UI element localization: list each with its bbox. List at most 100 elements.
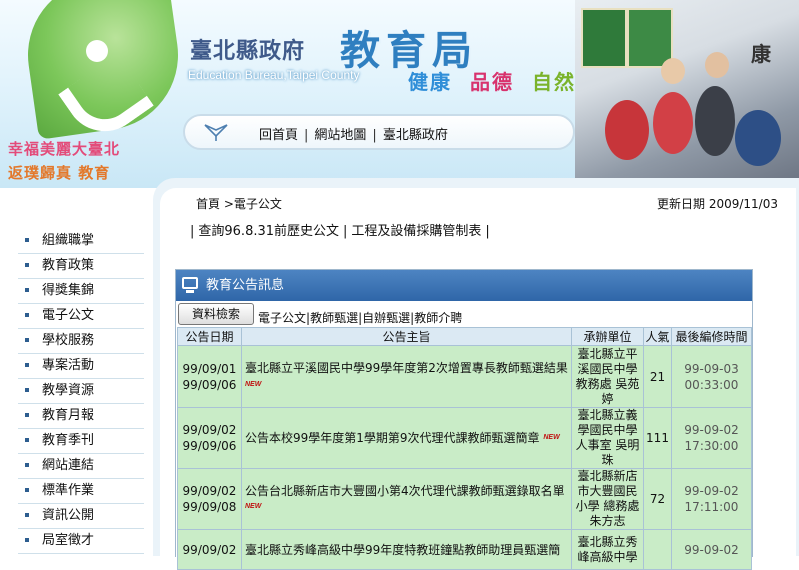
bullet-icon <box>25 412 29 417</box>
sidebar-item-e-documents[interactable]: 電子公文 <box>18 304 144 329</box>
bullet-icon <box>25 487 29 492</box>
sidebar-item-quarterly[interactable]: 教育季刊 <box>18 429 144 454</box>
sidebar-item-monthly-report[interactable]: 教育月報 <box>18 404 144 429</box>
table-row[interactable]: 99/09/02 99/09/08 公告台北縣新店市大豐國小第4次代理代課教師甄選… <box>177 468 752 530</box>
photo-person <box>653 92 693 154</box>
motto-nature: 自然 <box>532 70 576 94</box>
sidebar-item-label: 組織職掌 <box>42 233 95 248</box>
announcement-subject: 公告本校99學年度第1學期第9次代理代課教師甄選簡章 NEW <box>241 407 572 469</box>
table-row[interactable]: 99/09/01 99/09/06 臺北縣立平溪國民中學99學年度第2次增置專長教… <box>177 345 752 408</box>
sidebar-item-policy[interactable]: 教育政策 <box>18 254 144 279</box>
date-end: 99/09/06 <box>182 377 237 392</box>
bullet-icon <box>25 462 29 467</box>
bullet-icon <box>25 362 29 367</box>
breadcrumb-current[interactable]: 電子公文 <box>234 197 282 211</box>
category-teacher-transfer[interactable]: 教師介聘 <box>414 311 462 325</box>
sidebar-item-label: 得獎集錦 <box>42 283 95 298</box>
sidebar-item-label: 專案活動 <box>42 358 95 373</box>
data-search-button[interactable]: 資料檢索 <box>178 303 254 325</box>
history-documents-link[interactable]: 查詢96.8.31前歷史公文 <box>198 224 339 239</box>
panel-title: 教育公告訊息 <box>206 278 285 293</box>
nav-county-gov-link[interactable]: 臺北縣政府 <box>383 128 448 143</box>
column-header[interactable]: 承辦單位 <box>571 327 644 346</box>
table-row[interactable]: 99/09/02 99/09/06 公告本校99學年度第1學期第9次代理代課教師甄… <box>177 407 752 469</box>
sidebar-item-awards[interactable]: 得獎集錦 <box>18 279 144 304</box>
column-header[interactable]: 人氣 <box>643 327 672 346</box>
nav-sitemap-link[interactable]: 網站地圖 <box>314 128 366 143</box>
sidebar-item-label: 標準作業 <box>42 483 95 498</box>
sidebar-item-links[interactable]: 網站連結 <box>18 454 144 479</box>
english-bureau-name: Education Bureau,Taipei County <box>188 68 360 82</box>
edit-date: 99-09-02 <box>684 484 739 498</box>
sidebar-item-recruitment[interactable]: 局室徵才 <box>18 529 144 554</box>
date-start: 99/09/01 <box>182 361 237 376</box>
update-date-label: 更新日期 <box>656 197 705 211</box>
site-header: 幸福美麗大臺北 返璞歸真 教育 臺北縣政府 教育局 Education Bure… <box>0 0 799 188</box>
responsible-unit: 臺北縣立義學國民中學人事室 吳明珠 <box>571 407 644 469</box>
column-header[interactable]: 公告主旨 <box>241 327 572 346</box>
date-start: 99/09/02 <box>182 542 237 557</box>
sidebar-item-teaching-resources[interactable]: 教學資源 <box>18 379 144 404</box>
bullet-icon <box>25 512 29 517</box>
edit-date: 99-09-03 <box>684 361 739 376</box>
header-photo: 康 <box>575 0 799 188</box>
announcement-date: 99/09/02 99/09/08 <box>177 468 242 530</box>
sidebar-item-projects[interactable]: 專案活動 <box>18 354 144 379</box>
sidebar-item-label: 局室徵才 <box>42 533 95 548</box>
motto-character: 品德 <box>470 70 514 94</box>
slogan-line-2: 返璞歸真 教育 <box>8 164 111 182</box>
sidebar-item-label: 網站連結 <box>42 458 95 473</box>
sidebar-item-label: 教育季刊 <box>42 433 95 448</box>
category-e-documents[interactable]: 電子公文 <box>258 311 306 325</box>
subject-link[interactable]: 公告本校99學年度第1學期第9次代理代課教師甄選簡章 <box>245 431 540 445</box>
date-start: 99/09/02 <box>182 484 237 498</box>
link-separator: | <box>485 224 490 239</box>
category-links: 電子公文|教師甄選|自辦甄選|教師介聘 <box>258 311 463 325</box>
sidebar-item-school-services[interactable]: 學校服務 <box>18 329 144 354</box>
county-government-name: 臺北縣政府 <box>190 39 306 64</box>
sidebar-item-info-disclosure[interactable]: 資訊公開 <box>18 504 144 529</box>
photo-face <box>661 58 685 84</box>
bird-icon <box>203 122 229 142</box>
subject-link[interactable]: 臺北縣立秀峰高級中學99年度特教班鐘點教師助理員甄選簡 <box>245 543 560 557</box>
sidebar-item-organization[interactable]: 組織職掌 <box>18 229 144 254</box>
photo-banner <box>581 8 627 68</box>
photo-person <box>695 86 735 156</box>
table-header-row: 公告日期 公告主旨 承辦單位 人氣 最後編修時間 <box>177 327 752 346</box>
announcement-panel: 教育公告訊息 資料檢索 電子公文|教師甄選|自辦甄選|教師介聘 公告日期 公告主… <box>175 269 753 570</box>
announcement-date: 99/09/02 99/09/06 <box>177 407 242 469</box>
photo-person <box>605 100 649 160</box>
subject-link[interactable]: 公告台北縣新店市大豐國小第4次代理代課教師甄選錄取名單 <box>245 484 565 498</box>
sidebar-item-label: 電子公文 <box>42 308 95 323</box>
responsible-unit: 臺北縣立平溪國民中學教務處 吳苑婷 <box>571 345 644 408</box>
responsible-unit: 臺北縣立秀峰高級中學 <box>571 529 644 570</box>
column-header[interactable]: 最後編修時間 <box>671 327 752 346</box>
subject-link[interactable]: 臺北縣立平溪國民中學99學年度第2次增置專長教師甄選結果 <box>245 361 568 375</box>
sidebar-item-sop[interactable]: 標準作業 <box>18 479 144 504</box>
responsible-unit: 臺北縣新店市大豐國民小學 總務處 朱方志 <box>571 468 644 530</box>
update-date-value: 2009/11/03 <box>708 197 778 211</box>
last-edit-time: 99-09-03 00:33:00 <box>671 345 752 408</box>
nav-home-link[interactable]: 回首頁 <box>259 128 298 143</box>
panel-header: 教育公告訊息 <box>176 270 752 301</box>
date-start: 99/09/02 <box>182 423 237 437</box>
edit-time: 17:11:00 <box>684 500 739 514</box>
bullet-icon <box>25 262 29 267</box>
procurement-control-link[interactable]: 工程及設備採購管制表 <box>351 224 481 239</box>
table-row[interactable]: 99/09/02 臺北縣立秀峰高級中學99年度特教班鐘點教師助理員甄選簡 臺北縣… <box>177 529 752 570</box>
photo-sign: 康 <box>751 42 771 66</box>
category-self-selection[interactable]: 自辦甄選 <box>362 311 410 325</box>
new-badge-icon: NEW <box>245 380 262 388</box>
bullet-icon <box>25 537 29 542</box>
category-teacher-selection[interactable]: 教師甄選 <box>310 311 358 325</box>
slogan: 幸福美麗大臺北 返璞歸真 教育 <box>8 137 148 185</box>
breadcrumb-home[interactable]: 首頁 <box>196 197 220 211</box>
top-nav-bar: 回首頁 | 網站地圖 | 臺北縣政府 <box>183 114 575 150</box>
view-count: 21 <box>643 345 672 408</box>
column-header[interactable]: 公告日期 <box>177 327 242 346</box>
quick-links: | 查詢96.8.31前歷史公文 | 工程及設備採購管制表 | <box>186 220 494 239</box>
sidebar-item-label: 教育政策 <box>42 258 95 273</box>
search-row: 資料檢索 電子公文|教師甄選|自辦甄選|教師介聘 <box>176 301 752 327</box>
bullet-icon <box>25 287 29 292</box>
computer-icon <box>182 277 198 293</box>
